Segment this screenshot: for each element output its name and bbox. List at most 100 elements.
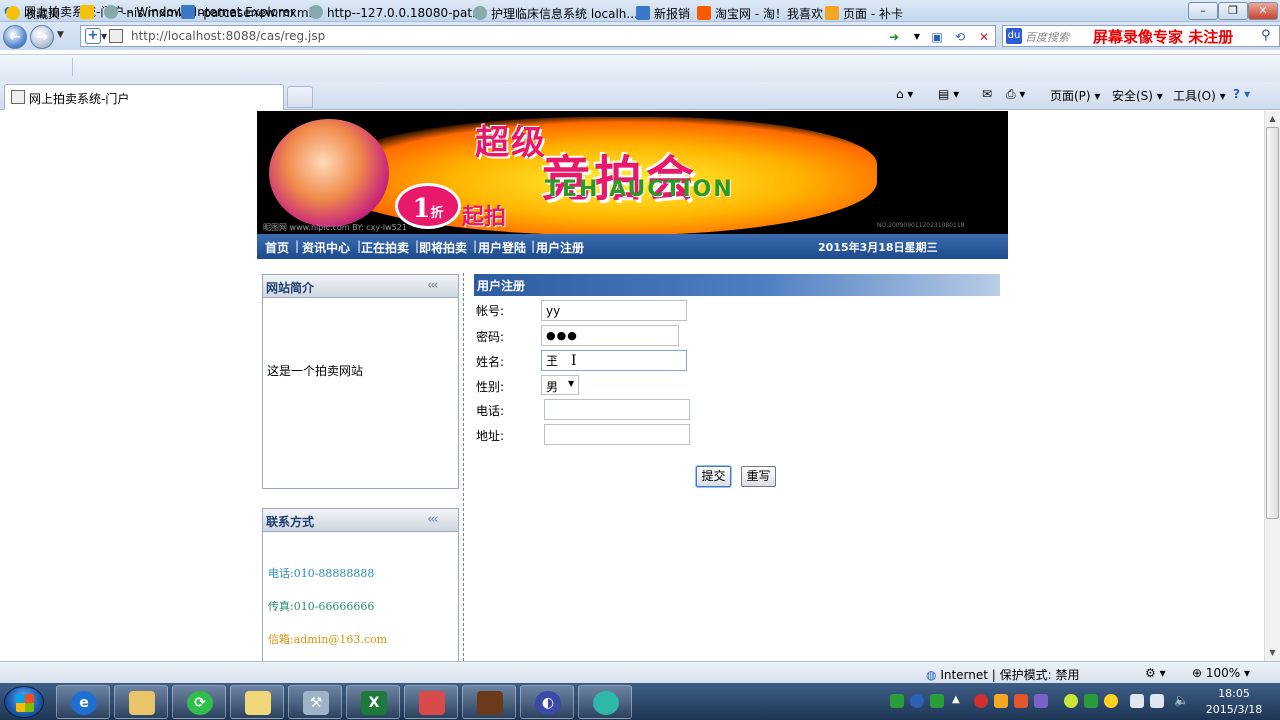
page-menu-label: 页面(P) (1050, 89, 1091, 103)
favorite-label: -patcasenew.mxml (199, 6, 312, 20)
address-dropdown-icon[interactable]: ▼ (909, 29, 925, 45)
safety-menu[interactable]: 安全(S) ▾ (1112, 87, 1163, 104)
account-input[interactable] (541, 300, 687, 321)
tab-active[interactable]: 网上拍卖系统-门户 (4, 84, 284, 110)
help-tray-icon[interactable] (910, 694, 924, 708)
shield-icon[interactable] (1084, 694, 1098, 708)
home-icon[interactable]: ⌂ ▾ (896, 87, 913, 101)
favorite-link-6[interactable]: 淘宝网 - 淘！我喜欢 (697, 5, 823, 23)
tray-app-icon[interactable] (1014, 694, 1028, 708)
tab-title: 网上拍卖系统-门户 (29, 92, 130, 106)
nav-news[interactable]: 资讯中心 (302, 239, 350, 256)
tray-app-icon[interactable] (1034, 694, 1048, 708)
minimize-button[interactable]: – (1188, 2, 1218, 20)
qq-icon[interactable] (1104, 694, 1118, 708)
taskbar-app-4[interactable] (230, 685, 284, 719)
favorite-link-4[interactable]: 护理临床信息系统 localh... (473, 5, 638, 23)
tray-app-icon[interactable] (994, 694, 1008, 708)
addons-icon[interactable]: ⚙ ▾ (1145, 666, 1166, 680)
security-zone[interactable]: ◍ Internet | 保护模式: 禁用 (926, 666, 1080, 683)
reset-button[interactable]: 重写 (741, 466, 776, 487)
tools-menu[interactable]: 工具(O) ▾ (1173, 87, 1226, 104)
favorite-link-1[interactable]: -nis.mxml (104, 5, 181, 23)
mail-icon[interactable]: ✉ (982, 87, 992, 101)
network-icon[interactable] (1150, 694, 1164, 708)
nav-upcoming-auction[interactable]: 即将拍卖 (419, 239, 467, 256)
favorite-label: 页面 - 补卡 (843, 7, 903, 21)
search-placeholder[interactable]: 百度搜索 (1025, 29, 1069, 45)
scroll-down-icon[interactable]: ▼ (1268, 648, 1277, 657)
forward-button[interactable]: → (30, 25, 54, 49)
favbar-divider (72, 58, 73, 76)
phone-input[interactable] (544, 399, 690, 420)
compat-dropdown-icon[interactable]: ▼ (101, 32, 107, 41)
favorite-link-7[interactable]: 页面 - 补卡 (825, 5, 903, 23)
nav-ongoing-auction[interactable]: 正在拍卖 (361, 239, 409, 256)
taskbar-app-5[interactable]: ⚒ (288, 685, 342, 719)
tray-app-icon[interactable] (930, 694, 944, 708)
taskbar-app-8[interactable] (462, 685, 516, 719)
stop-icon[interactable]: ✕ (976, 29, 992, 45)
submit-button[interactable]: 提交 (696, 466, 731, 487)
close-button[interactable]: ✕ (1248, 2, 1278, 20)
taskbar-excel[interactable]: X (346, 685, 400, 719)
taskbar-app-7[interactable] (404, 685, 458, 719)
volume-icon[interactable]: 🔈 (1174, 693, 1189, 707)
maximize-button[interactable]: ❐ (1218, 2, 1248, 20)
gender-select[interactable]: 男 ▼ (541, 375, 579, 395)
taskbar-app-3[interactable]: ⟳ (172, 685, 226, 719)
tray-app-icon[interactable] (974, 694, 988, 708)
print-icon[interactable]: ⎙ ▾ (1006, 87, 1025, 102)
collapse-icon[interactable]: ‹‹‹ (427, 278, 439, 293)
password-input[interactable]: ●●● (541, 325, 679, 346)
ie-icon: e (71, 691, 97, 715)
system-clock[interactable]: 18:05 2015/3/18 (1198, 686, 1270, 718)
page-icon (109, 29, 123, 43)
new-tab-button[interactable] (287, 86, 313, 108)
taskbar-ie[interactable]: e (56, 685, 110, 719)
favorite-label: -nis.mxml (122, 6, 182, 20)
page-menu[interactable]: 页面(P) ▾ (1050, 87, 1100, 104)
scroll-thumb[interactable] (1266, 127, 1279, 519)
name-input[interactable] (541, 350, 687, 371)
favorite-label: http--127.0.0.18080-pat... (327, 6, 484, 20)
compatibility-icon[interactable]: + (85, 28, 101, 44)
nav-home[interactable]: 首页 (265, 239, 289, 256)
compat-view-icon[interactable]: ▣ (929, 29, 945, 45)
excel-icon: X (361, 691, 387, 715)
nav-login[interactable]: 用户登陆 (478, 239, 526, 256)
vertical-scrollbar[interactable]: ▲ ▼ (1264, 111, 1280, 661)
refresh-app-icon: ⟳ (187, 691, 213, 715)
zoom-level[interactable]: ⊕ 100% ▾ (1192, 666, 1250, 680)
taskbar-explorer[interactable] (114, 685, 168, 719)
address-input[interactable] (544, 424, 690, 445)
tray-app-icon[interactable] (890, 694, 904, 708)
go-icon[interactable]: ➜ (886, 29, 902, 45)
start-button[interactable] (4, 686, 44, 718)
back-button[interactable]: ← (3, 25, 27, 49)
nav-register[interactable]: 用户注册 (536, 239, 584, 256)
show-hidden-icons[interactable]: ▲ (952, 694, 960, 705)
search-icon[interactable]: ⚲ (1261, 28, 1271, 43)
notes-icon (245, 691, 271, 715)
scroll-up-icon[interactable]: ▲ (1268, 114, 1277, 123)
favorite-link-3[interactable]: http--127.0.0.18080-pat... (309, 5, 484, 23)
tray-app-icon[interactable] (1130, 694, 1144, 708)
help-icon[interactable]: ? ▾ (1233, 87, 1250, 101)
taskbar-eclipse[interactable]: ◐ (520, 685, 574, 719)
add-favorite-button[interactable] (80, 5, 98, 23)
favorites-button[interactable]: 收藏夹 (6, 5, 60, 23)
feeds-icon[interactable]: ▤ ▾ (938, 87, 959, 101)
refresh-icon[interactable]: ⟲ (952, 29, 968, 45)
address-url[interactable]: http://localhost:8088/cas/reg.jsp (131, 29, 325, 43)
favorite-link-5[interactable]: 新报销 (636, 5, 690, 23)
collapse-icon[interactable]: ‹‹‹ (427, 512, 439, 527)
tray-app-icon[interactable] (1064, 694, 1078, 708)
contact-header: 联系方式 ‹‹‹ (262, 508, 459, 532)
favorites-label: 收藏夹 (24, 7, 61, 21)
clock-time: 18:05 (1218, 687, 1250, 700)
favorite-link-2[interactable]: -patcasenew.mxml (181, 5, 312, 23)
address-bar[interactable]: + ▼ http://localhost:8088/cas/reg.jsp ➜ … (80, 25, 996, 47)
taskbar-app-10[interactable] (578, 685, 632, 719)
history-dropdown-icon[interactable]: ▼ (57, 30, 64, 40)
